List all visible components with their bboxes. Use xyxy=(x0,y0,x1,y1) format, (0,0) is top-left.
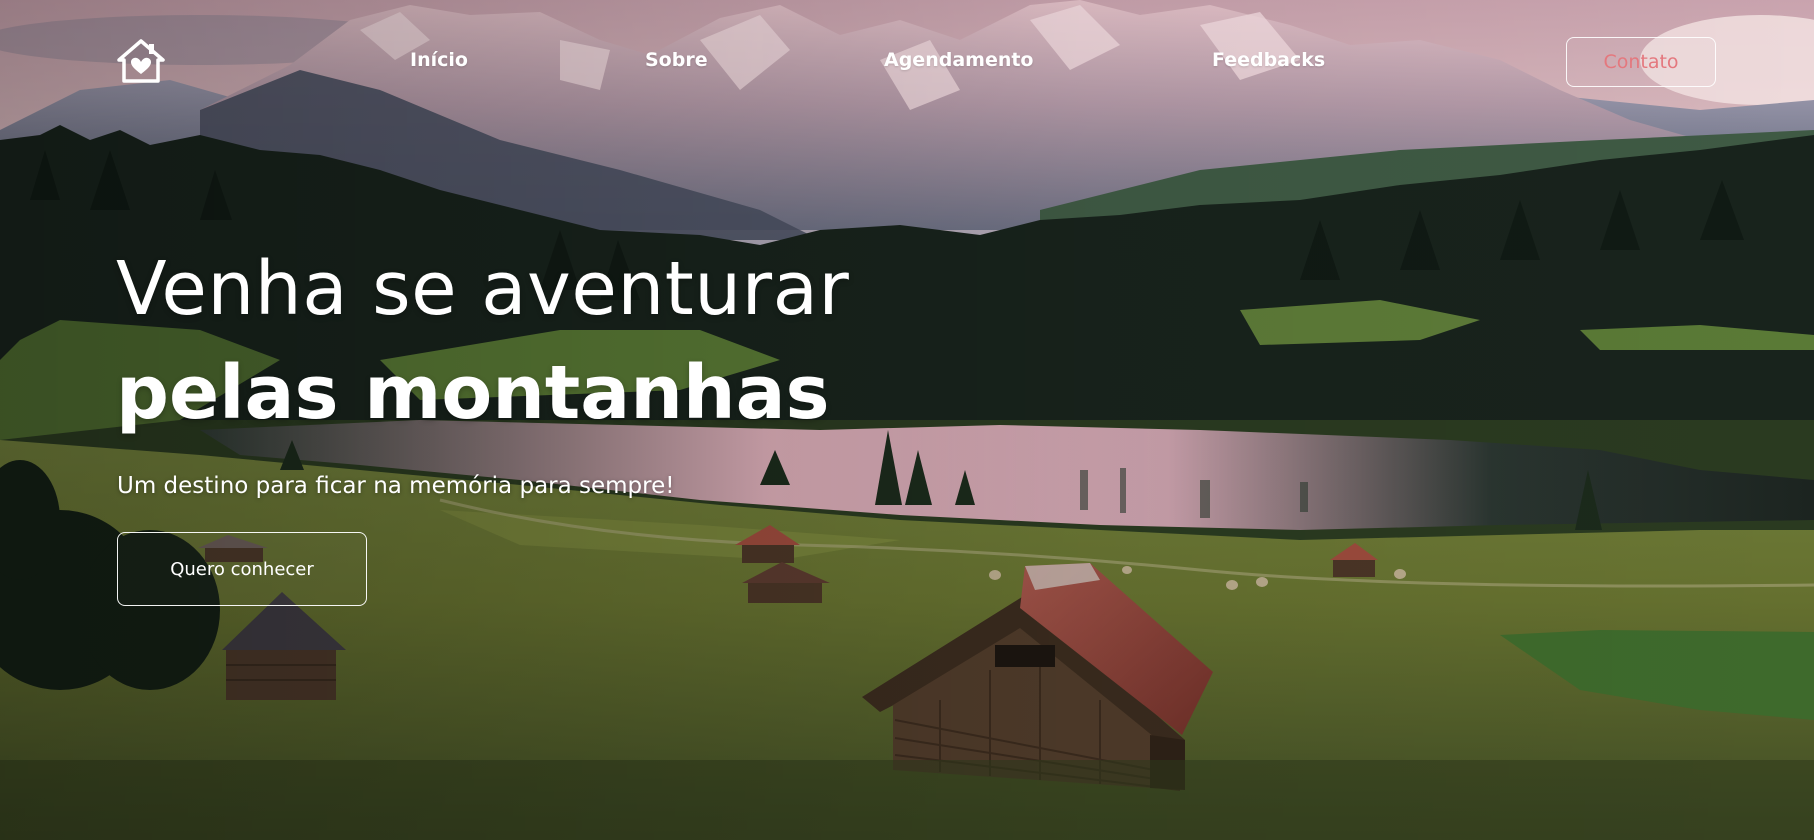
hero-subtitle: Um destino para ficar na memória para se… xyxy=(117,473,675,499)
top-navigation: Início Sobre Agendamento Feedbacks Conta… xyxy=(0,0,1814,124)
hero-headline-line2: pelas montanhas xyxy=(116,350,830,436)
contact-button[interactable]: Contato xyxy=(1566,37,1716,87)
nav-link-sobre[interactable]: Sobre xyxy=(645,49,708,71)
hero-headline-line1: Venha se aventurar xyxy=(116,246,850,332)
house-heart-icon[interactable] xyxy=(116,38,166,84)
hero-section: Início Sobre Agendamento Feedbacks Conta… xyxy=(0,0,1814,840)
nav-link-inicio[interactable]: Início xyxy=(410,49,468,71)
cta-button[interactable]: Quero conhecer xyxy=(117,532,367,606)
nav-link-agendamento[interactable]: Agendamento xyxy=(884,49,1034,71)
nav-link-feedbacks[interactable]: Feedbacks xyxy=(1212,49,1325,71)
